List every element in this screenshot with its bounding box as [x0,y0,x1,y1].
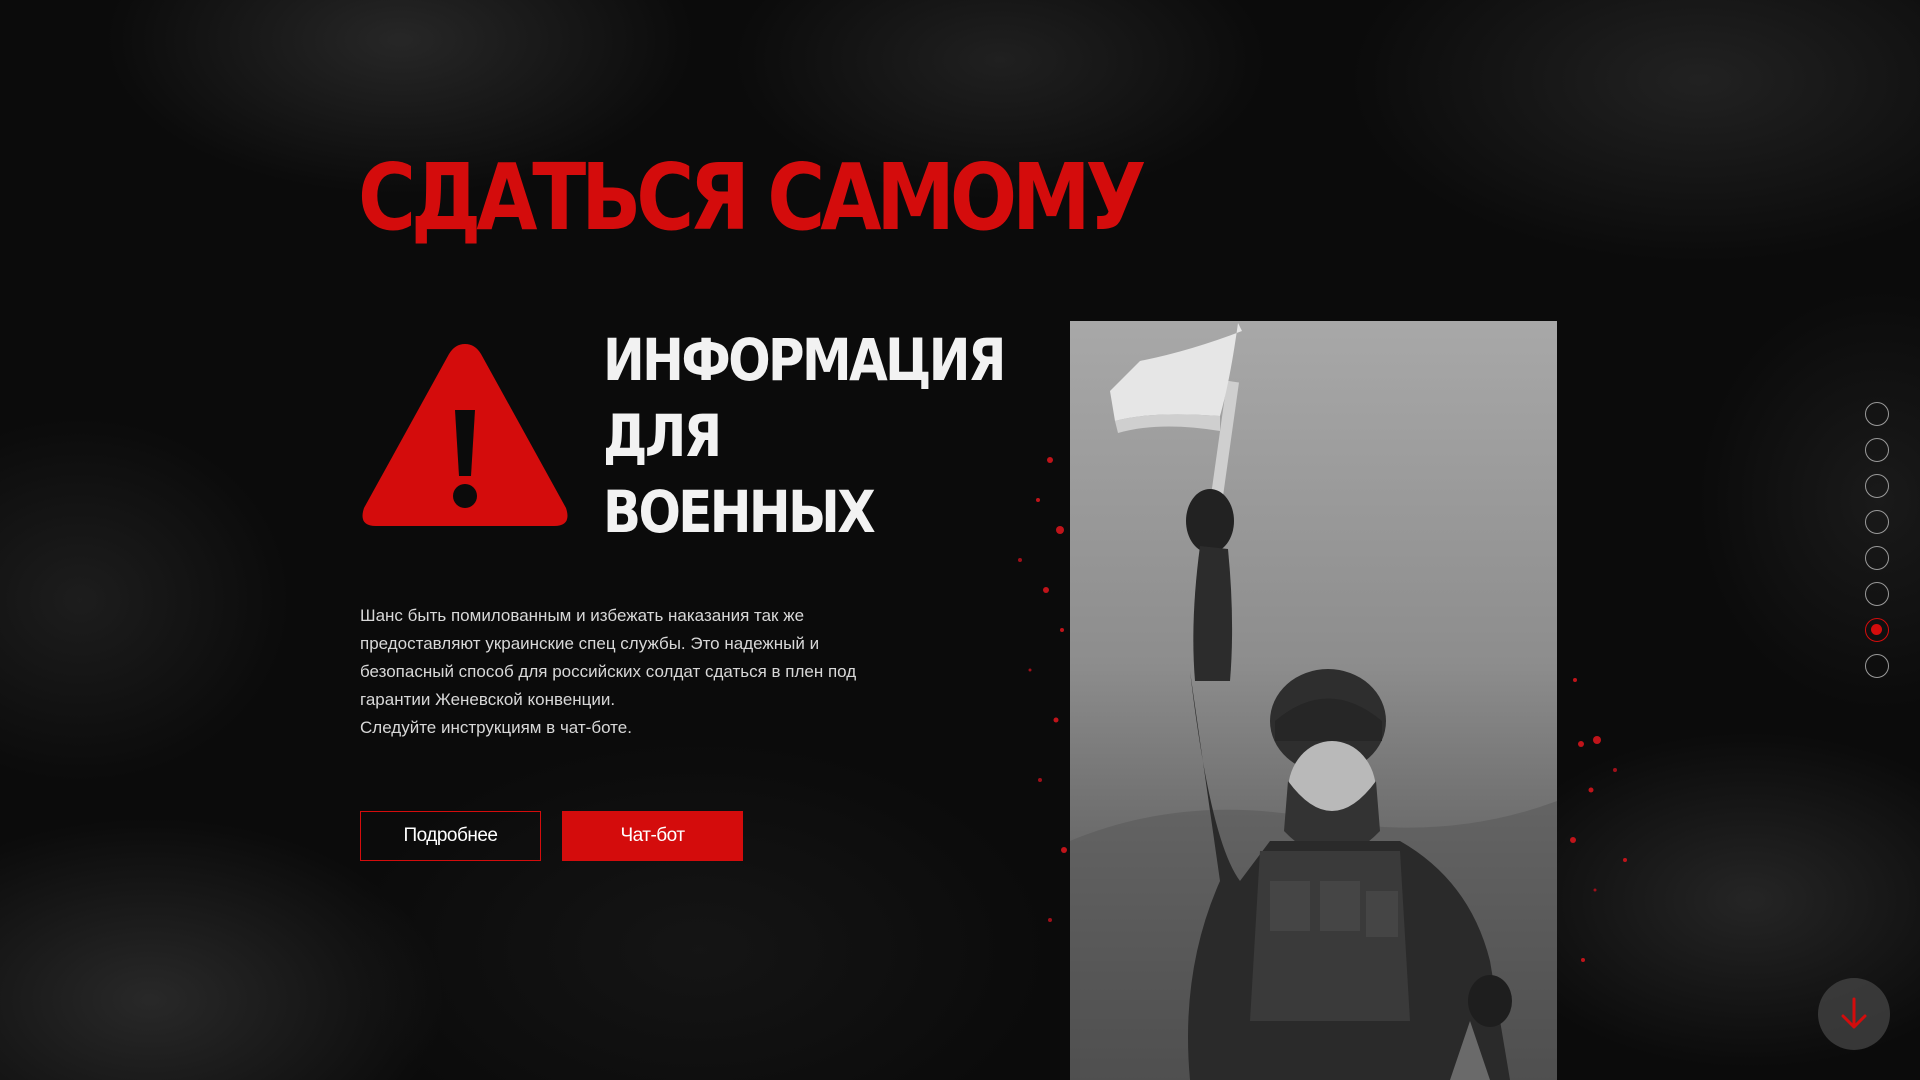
pagination-dot[interactable] [1865,510,1889,534]
description-line: гарантии Женевской конвенции. [360,690,616,709]
subtitle-line: ВОЕННЫХ [603,478,876,546]
soldier-photo [1070,321,1557,1080]
soldier-illustration [1070,321,1557,1080]
pagination-dot[interactable] [1865,654,1889,678]
description-line: Следуйте инструкциям в чат-боте. [360,718,632,737]
blood-splatter-right [1570,678,1627,962]
pagination-dot[interactable] [1865,474,1889,498]
warning-triangle-icon [362,344,568,526]
page-title: СДАТЬСЯ САМОМУ [358,144,1147,251]
pagination-dot-active[interactable] [1865,618,1889,642]
description-line: безопасный способ для российских солдат … [360,662,857,681]
section-subtitle: ИНФОРМАЦИЯ ДЛЯ ВОЕННЫХ [603,322,1006,550]
scroll-down-button[interactable] [1818,978,1890,1050]
pagination-dot[interactable] [1865,582,1889,606]
description-line: предоставляют украинские спец службы. Эт… [360,634,820,653]
pagination-dot[interactable] [1865,546,1889,570]
arrow-down-icon [1841,997,1867,1029]
description-text: Шанс быть помилованным и избежать наказа… [360,602,920,742]
subtitle-line: ИНФОРМАЦИЯ [603,326,1006,394]
chatbot-button[interactable]: Чат-бот [562,811,743,861]
subtitle-line: ДЛЯ [603,402,722,470]
more-button[interactable]: Подробнее [360,811,541,861]
pagination-dot[interactable] [1865,402,1889,426]
description-line: Шанс быть помилованным и избежать наказа… [360,606,805,625]
pagination-dot[interactable] [1865,438,1889,462]
section-pagination [1865,402,1889,678]
